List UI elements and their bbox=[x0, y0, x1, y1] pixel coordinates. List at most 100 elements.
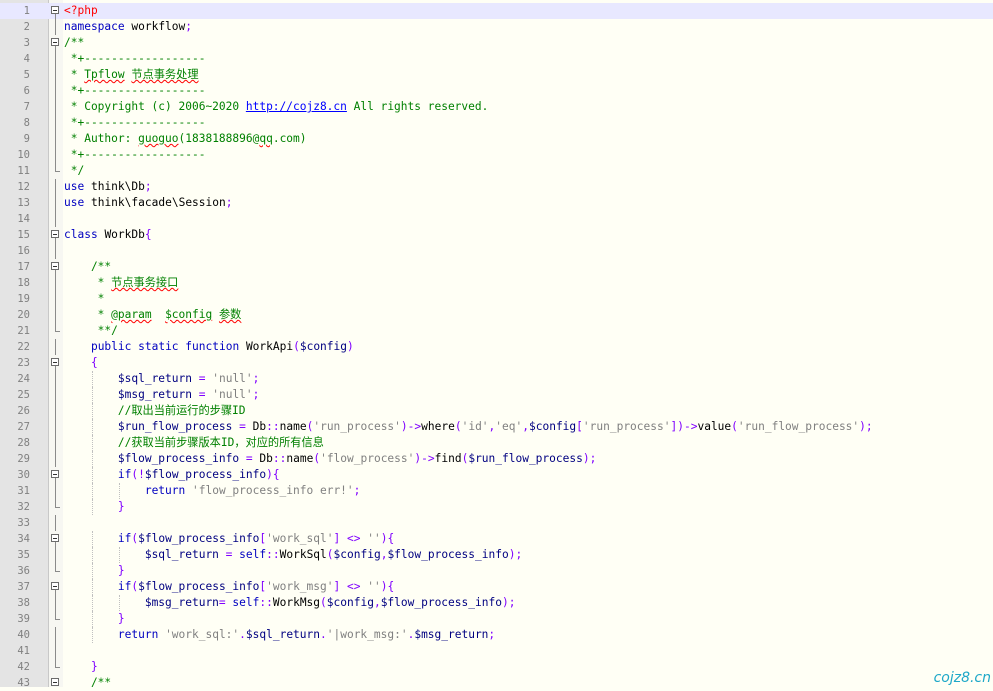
code-line[interactable]: 4 *+------------------ bbox=[0, 51, 993, 67]
fold-toggle-icon[interactable] bbox=[51, 230, 59, 238]
fold-toggle-icon[interactable] bbox=[51, 6, 59, 14]
code-line[interactable]: 5 * Tpflow 节点事务处理 bbox=[0, 67, 993, 83]
fold-line bbox=[55, 195, 56, 211]
fold-line bbox=[55, 179, 56, 195]
code-line[interactable]: 12 use think\Db; bbox=[0, 179, 993, 195]
code-text: //取出当前运行的步骤ID bbox=[64, 404, 246, 417]
code-text: return 'flow_process_info err!'; bbox=[144, 484, 361, 497]
line-number: 14 bbox=[17, 213, 30, 225]
code-text: /** bbox=[64, 260, 112, 273]
line-number: 41 bbox=[17, 645, 30, 657]
fold-toggle-icon[interactable] bbox=[51, 678, 59, 686]
code-text: } bbox=[117, 500, 125, 513]
code-text: * 节点事务接口 bbox=[64, 276, 179, 289]
code-line[interactable]: 22 public static function WorkApi($confi… bbox=[0, 339, 993, 355]
code-line[interactable]: 15 class WorkDb{ bbox=[0, 227, 993, 243]
code-text: $run_flow_process = Db::name('run_proces… bbox=[117, 420, 873, 433]
line-number: 13 bbox=[17, 197, 30, 209]
line-number: 34 bbox=[17, 533, 30, 545]
code-line[interactable]: 32 } bbox=[0, 499, 993, 515]
code-line[interactable]: 20 * @param $config 参数 bbox=[0, 307, 993, 323]
code-line[interactable]: 16 bbox=[0, 243, 993, 259]
line-number: 1 bbox=[23, 5, 30, 17]
code-line[interactable]: 9 * Author: guoguo(1838188896@qq.com) bbox=[0, 131, 993, 147]
fold-line bbox=[55, 291, 56, 307]
line-number: 26 bbox=[17, 405, 30, 417]
code-line[interactable]: 19 * bbox=[0, 291, 993, 307]
code-editor[interactable]: 1 <?php 2 namespace workflow; 3 /** 4 *+------… bbox=[0, 0, 993, 689]
fold-line bbox=[55, 435, 56, 451]
code-line[interactable]: 25 $msg_return = 'null'; bbox=[0, 387, 993, 403]
code-line[interactable]: 43 /** bbox=[0, 675, 993, 691]
code-text: if($flow_process_info['work_msg'] <> '')… bbox=[117, 580, 395, 593]
fold-toggle-icon[interactable] bbox=[51, 534, 59, 542]
fold-line bbox=[55, 387, 56, 403]
fold-line bbox=[55, 99, 56, 115]
fold-line bbox=[55, 403, 56, 419]
fold-line bbox=[55, 627, 56, 643]
fold-end-marker bbox=[55, 611, 60, 620]
code-line[interactable]: 17 /** bbox=[0, 259, 993, 275]
code-line[interactable]: 21 **/ bbox=[0, 323, 993, 339]
code-line[interactable]: 1 <?php bbox=[0, 3, 993, 19]
code-line[interactable]: 3 /** bbox=[0, 35, 993, 51]
code-line[interactable]: 36 } bbox=[0, 563, 993, 579]
code-line[interactable]: 6 *+------------------ bbox=[0, 83, 993, 99]
code-text: *+------------------ bbox=[64, 116, 206, 129]
code-text: *+------------------ bbox=[64, 52, 206, 65]
fold-line bbox=[55, 211, 56, 227]
line-number: 22 bbox=[17, 341, 30, 353]
code-line[interactable]: 2 namespace workflow; bbox=[0, 19, 993, 35]
fold-toggle-icon[interactable] bbox=[51, 358, 59, 366]
code-text: class WorkDb{ bbox=[64, 228, 152, 241]
code-line[interactable]: 29 $flow_process_info = Db::name('flow_p… bbox=[0, 451, 993, 467]
code-line[interactable]: 33 bbox=[0, 515, 993, 531]
code-line[interactable]: 27 $run_flow_process = Db::name('run_pro… bbox=[0, 419, 993, 435]
fold-line bbox=[55, 483, 56, 499]
code-line[interactable]: 7 * Copyright (c) 2006~2020 http://cojz8… bbox=[0, 99, 993, 115]
code-line[interactable]: 31 return 'flow_process_info err!'; bbox=[0, 483, 993, 499]
fold-line bbox=[55, 339, 56, 355]
code-line[interactable]: 30 if(!$flow_process_info){ bbox=[0, 467, 993, 483]
fold-toggle-icon[interactable] bbox=[51, 470, 59, 478]
code-text: //获取当前步骤版本ID，对应的所有信息 bbox=[64, 436, 324, 449]
code-line[interactable]: 11 */ bbox=[0, 163, 993, 179]
code-line[interactable]: 28 //获取当前步骤版本ID，对应的所有信息 bbox=[0, 435, 993, 451]
code-line[interactable]: 34 if($flow_process_info['work_sql'] <> … bbox=[0, 531, 993, 547]
line-number: 28 bbox=[17, 437, 30, 449]
code-line[interactable]: 26 //取出当前运行的步骤ID bbox=[0, 403, 993, 419]
fold-line bbox=[55, 19, 56, 35]
code-text: $flow_process_info = Db::name('flow_proc… bbox=[117, 452, 597, 465]
code-text: * @param $config 参数 bbox=[64, 308, 242, 321]
line-number: 37 bbox=[17, 581, 30, 593]
fold-line bbox=[55, 67, 56, 83]
code-text: * bbox=[64, 292, 105, 305]
code-line[interactable]: 40 return 'work_sql:'.$sql_return.'|work… bbox=[0, 627, 993, 643]
code-line[interactable]: 41 bbox=[0, 643, 993, 659]
code-line[interactable]: 35 $sql_return = self::WorkSql($config,$… bbox=[0, 547, 993, 563]
code-text: return 'work_sql:'.$sql_return.'|work_ms… bbox=[117, 628, 496, 641]
code-line[interactable]: 10 *+------------------ bbox=[0, 147, 993, 163]
line-number: 36 bbox=[17, 565, 30, 577]
code-text: } bbox=[117, 564, 125, 577]
fold-toggle-icon[interactable] bbox=[51, 582, 59, 590]
line-number: 5 bbox=[23, 69, 30, 81]
code-line[interactable]: 39 } bbox=[0, 611, 993, 627]
code-text: * Author: guoguo(1838188896@qq.com) bbox=[64, 132, 307, 145]
line-number: 40 bbox=[17, 629, 30, 641]
code-text: $sql_return = self::WorkSql($config,$flo… bbox=[144, 548, 523, 561]
fold-end-marker bbox=[55, 563, 60, 572]
code-line[interactable]: 8 *+------------------ bbox=[0, 115, 993, 131]
code-line[interactable]: 14 bbox=[0, 211, 993, 227]
code-line[interactable]: 23 { bbox=[0, 355, 993, 371]
code-line[interactable]: 13 use think\facade\Session; bbox=[0, 195, 993, 211]
code-text: namespace workflow; bbox=[64, 20, 193, 33]
fold-toggle-icon[interactable] bbox=[51, 38, 59, 46]
code-line[interactable]: 38 $msg_return= self::WorkMsg($config,$f… bbox=[0, 595, 993, 611]
code-line[interactable]: 24 $sql_return = 'null'; bbox=[0, 371, 993, 387]
code-line[interactable]: 42 } bbox=[0, 659, 993, 675]
line-number: 18 bbox=[17, 277, 30, 289]
fold-toggle-icon[interactable] bbox=[51, 262, 59, 270]
code-line[interactable]: 18 * 节点事务接口 bbox=[0, 275, 993, 291]
code-line[interactable]: 37 if($flow_process_info['work_msg'] <> … bbox=[0, 579, 993, 595]
